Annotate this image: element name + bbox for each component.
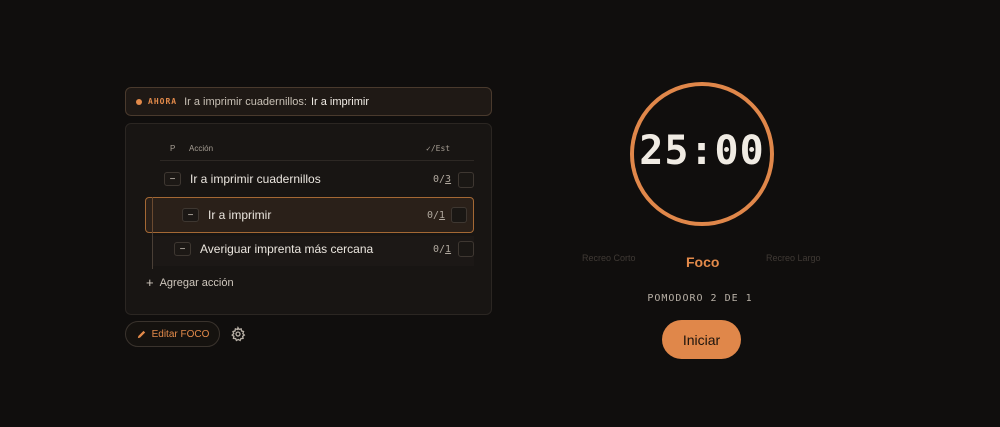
pencil-icon [137, 330, 145, 338]
task-checkbox[interactable] [458, 172, 474, 188]
task-row[interactable]: − Ir a imprimir cuadernillos [164, 171, 321, 187]
task-label[interactable]: Averiguar imprenta más cercana [200, 242, 373, 256]
timer-display: 25:00 [639, 128, 765, 174]
tree-connector [152, 233, 153, 269]
dot-icon [136, 98, 142, 105]
header-estimate: ✓/Est [426, 144, 451, 153]
edit-focus-label: Editar FOCO [151, 328, 210, 340]
header-priority: P [170, 144, 176, 153]
current-action-banner: AHORA Ir a imprimir cuadernillos: Ir a i… [125, 87, 492, 116]
remove-button[interactable]: − [174, 242, 191, 256]
header-action: Acción [189, 144, 214, 153]
subtask-row[interactable]: − Averiguar imprenta más cercana [174, 241, 373, 257]
task-pomodoro-count: 0/3 [433, 174, 452, 185]
table-header: P Acción ✓/Est [126, 144, 491, 160]
task-label[interactable]: Ir a imprimir cuadernillos [190, 172, 321, 186]
start-button[interactable]: Iniciar [662, 320, 741, 359]
mode-short-break[interactable]: Recreo Corto [582, 253, 636, 263]
mode-long-break[interactable]: Recreo Largo [766, 253, 821, 263]
plus-icon: + [146, 275, 154, 290]
mode-focus[interactable]: Foco [686, 254, 719, 270]
task-checkbox[interactable] [458, 241, 474, 257]
now-current-action: Ir a imprimir [310, 95, 370, 108]
add-action-button[interactable]: + Agregar acción [146, 275, 234, 290]
task-pomodoro-count: 0/1 [427, 210, 446, 221]
header-divider [160, 160, 474, 161]
collapse-button[interactable]: − [164, 172, 181, 186]
now-parent-task: Ir a imprimir cuadernillos: [184, 95, 307, 108]
gear-icon[interactable] [230, 326, 246, 342]
now-tag: AHORA [148, 97, 178, 106]
subtask-row-active[interactable]: − Ir a imprimir [182, 207, 271, 223]
task-checkbox[interactable] [451, 207, 467, 223]
remove-button[interactable]: − [182, 208, 199, 222]
actions-panel: P Acción ✓/Est − Ir a imprimir cuadernil… [125, 123, 492, 315]
pomodoro-status: POMODORO 2 DE 1 [647, 293, 753, 304]
task-pomodoro-count: 0/1 [433, 244, 452, 255]
edit-focus-button[interactable]: Editar FOCO [125, 321, 220, 347]
add-action-label: Agregar acción [159, 276, 234, 289]
tree-connector [152, 197, 153, 233]
task-label[interactable]: Ir a imprimir [208, 208, 271, 222]
